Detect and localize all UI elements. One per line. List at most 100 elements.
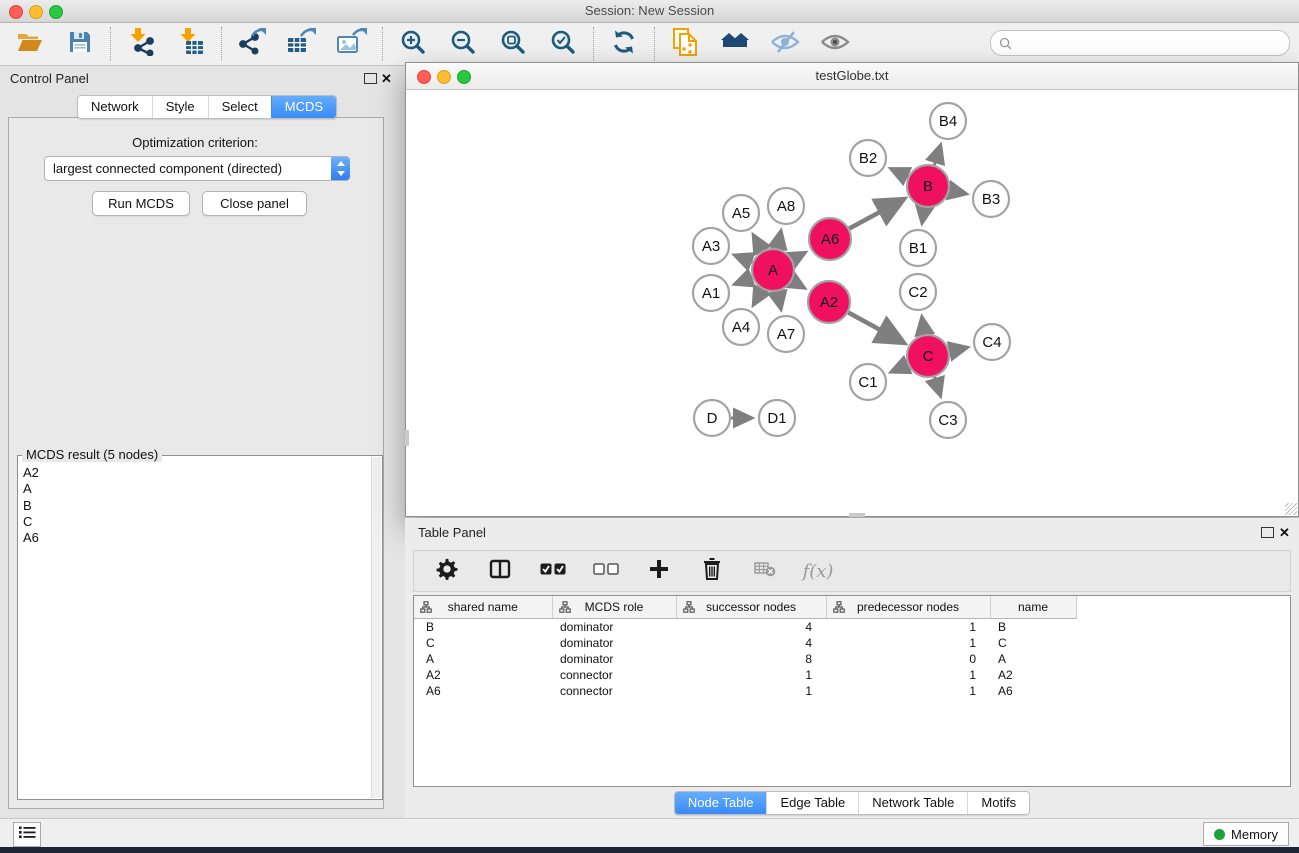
table-row[interactable]: A2connector11A2 [414, 667, 1290, 683]
cell[interactable]: A [990, 651, 1076, 667]
cell[interactable]: connector [552, 683, 676, 699]
run-mcds-button[interactable]: Run MCDS [92, 191, 190, 216]
edge-A-A7[interactable] [777, 292, 780, 309]
node-table[interactable]: shared nameMCDS rolesuccessor nodesprede… [414, 596, 1290, 699]
export-image-button[interactable] [337, 29, 367, 59]
task-history-button[interactable] [13, 822, 41, 847]
show-all-button[interactable] [820, 29, 850, 59]
import-network-button[interactable] [126, 29, 156, 59]
network-zoom-button[interactable] [457, 70, 471, 84]
node-B2[interactable]: B2 [850, 140, 886, 176]
tab-select[interactable]: Select [208, 96, 271, 118]
cell[interactable]: 1 [826, 683, 990, 699]
node-C4[interactable]: C4 [974, 324, 1010, 360]
new-network-from-selection-button[interactable] [670, 29, 700, 59]
table-settings-button[interactable] [434, 558, 460, 584]
cell[interactable]: 1 [826, 667, 990, 683]
table-row[interactable]: A6connector11A6 [414, 683, 1290, 699]
node-A1[interactable]: A1 [693, 275, 729, 311]
memory-button[interactable]: Memory [1203, 822, 1289, 846]
edge-A-A8[interactable] [777, 231, 780, 248]
node-A[interactable]: A [752, 249, 794, 291]
result-item[interactable]: C [23, 514, 368, 530]
horizontal-scrollbar-thumb[interactable] [849, 513, 865, 517]
node-D1[interactable]: D1 [759, 400, 795, 436]
node-C[interactable]: C [907, 335, 949, 377]
open-session-button[interactable] [15, 29, 45, 59]
tab-network[interactable]: Network [78, 96, 152, 118]
node-A8[interactable]: A8 [768, 188, 804, 224]
cell[interactable]: 4 [676, 635, 826, 651]
first-neighbors-button[interactable] [720, 29, 750, 59]
edge-A-A5[interactable] [754, 236, 763, 251]
tab-edge-table[interactable]: Edge Table [766, 792, 858, 814]
cell[interactable]: dominator [552, 635, 676, 651]
hide-selected-button[interactable] [770, 29, 800, 59]
node-D[interactable]: D [694, 400, 730, 436]
network-minimize-button[interactable] [437, 70, 451, 84]
edge-B-B1[interactable] [922, 208, 924, 223]
cell[interactable]: B [414, 619, 552, 636]
minimize-window-button[interactable] [29, 5, 43, 19]
node-A5[interactable]: A5 [723, 195, 759, 231]
edge-A-A6[interactable] [792, 253, 804, 260]
cell[interactable]: A6 [990, 683, 1076, 699]
node-C3[interactable]: C3 [930, 402, 966, 438]
tab-style[interactable]: Style [152, 96, 208, 118]
show-columns-button[interactable] [487, 558, 513, 584]
result-item[interactable]: A [23, 481, 368, 497]
zoom-selected-button[interactable] [548, 29, 578, 59]
zoom-fit-button[interactable] [498, 29, 528, 59]
edge-A-A1[interactable] [735, 278, 752, 284]
result-item[interactable]: B [23, 498, 368, 514]
deselect-all-button[interactable] [593, 558, 619, 584]
node-A4[interactable]: A4 [723, 309, 759, 345]
node-B1[interactable]: B1 [900, 230, 936, 266]
add-column-button[interactable] [646, 558, 672, 584]
cell[interactable]: A6 [414, 683, 552, 699]
column-header-predecessor-nodes[interactable]: predecessor nodes [826, 596, 990, 619]
optimization-criterion-dropdown[interactable]: largest connected component (directed) [44, 156, 350, 181]
edge-B-B4[interactable] [934, 146, 940, 165]
export-table-button[interactable] [287, 29, 317, 59]
search-box[interactable] [990, 30, 1290, 56]
cell[interactable]: dominator [552, 619, 676, 636]
vertical-scrollbar-thumb[interactable] [405, 430, 409, 446]
column-header-successor-nodes[interactable]: successor nodes [676, 596, 826, 619]
node-C1[interactable]: C1 [850, 364, 886, 400]
import-table-button[interactable] [176, 29, 206, 59]
export-network-button[interactable] [237, 29, 267, 59]
cell[interactable]: 1 [826, 635, 990, 651]
cell[interactable]: 1 [676, 683, 826, 699]
column-header-name[interactable]: name [990, 596, 1076, 619]
node-B4[interactable]: B4 [930, 103, 966, 139]
cell[interactable]: 4 [676, 619, 826, 636]
search-input[interactable] [1016, 33, 1289, 53]
network-canvas[interactable]: AA1A2A3A4A5A6A7A8BB1B2B3B4CC1C2C3C4DD1 [407, 90, 1295, 514]
node-B3[interactable]: B3 [973, 181, 1009, 217]
cell[interactable]: 1 [826, 619, 990, 636]
table-panel-float-button[interactable] [1261, 527, 1274, 538]
edge-A2-C[interactable] [848, 313, 902, 343]
node-C2[interactable]: C2 [900, 274, 936, 310]
edge-A-A2[interactable] [792, 281, 804, 288]
select-all-button[interactable] [540, 558, 566, 584]
result-scrollbar[interactable] [371, 457, 381, 798]
cell[interactable]: 0 [826, 651, 990, 667]
edge-C-C2[interactable] [922, 318, 925, 335]
mcds-result-list[interactable]: A2ABCA6 [23, 465, 368, 795]
save-session-button[interactable] [65, 29, 95, 59]
edge-A6-B[interactable] [849, 200, 902, 229]
edge-C-C4[interactable] [949, 348, 966, 352]
edge-A-A4[interactable] [754, 289, 763, 304]
node-A6[interactable]: A6 [809, 218, 851, 260]
edge-C-C3[interactable] [935, 377, 941, 395]
zoom-window-button[interactable] [49, 5, 63, 19]
tab-mcds[interactable]: MCDS [271, 96, 336, 118]
table-row[interactable]: Bdominator41B [414, 619, 1290, 636]
cell[interactable]: A [414, 651, 552, 667]
resize-grip-icon[interactable] [1285, 503, 1297, 515]
edge-A-A3[interactable] [735, 255, 752, 262]
result-item[interactable]: A2 [23, 465, 368, 481]
zoom-out-button[interactable] [448, 29, 478, 59]
